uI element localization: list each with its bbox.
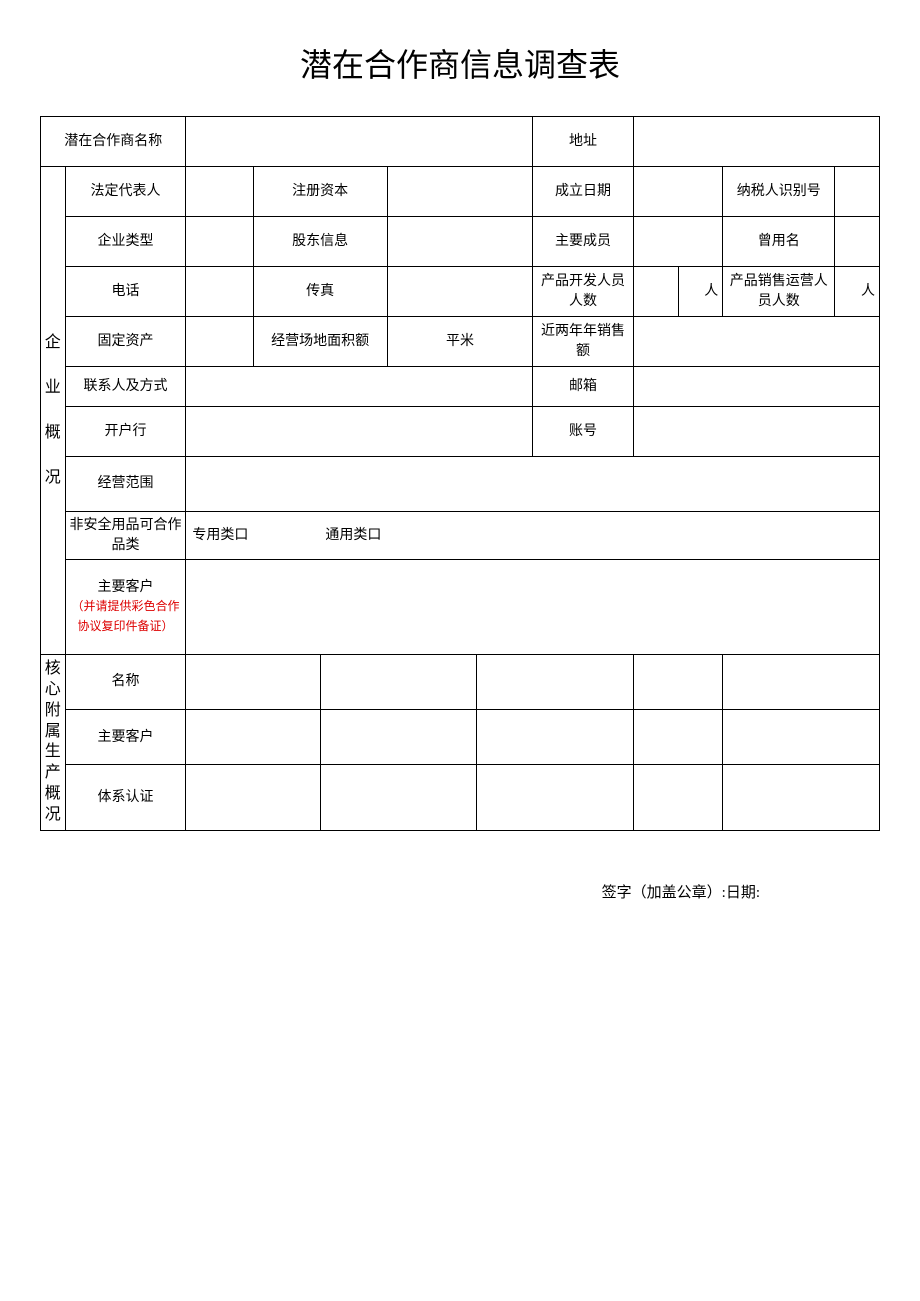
label-prod-name: 名称 [65, 655, 186, 710]
field-main-customers[interactable] [186, 560, 880, 655]
field-fax[interactable] [387, 267, 532, 317]
label-recent-sales: 近两年年销售额 [533, 317, 634, 367]
label-biz-scope: 经营范围 [65, 457, 186, 512]
label-main-customers: 主要客户 （并请提供彩色合作协议复印件备证） [65, 560, 186, 655]
cat-special: 专用类口 [192, 528, 248, 543]
label-fixed-assets: 固定资产 [65, 317, 186, 367]
field-dev-staff[interactable] [633, 267, 678, 317]
field-former-name[interactable] [835, 217, 880, 267]
field-legal-rep[interactable] [186, 167, 253, 217]
field-address[interactable] [633, 117, 879, 167]
field-biz-scope[interactable] [186, 457, 880, 512]
signature-line: 签字（加盖公章）:日期: [40, 881, 880, 902]
unit-people-1: 人 [678, 267, 723, 317]
label-fax: 传真 [253, 267, 387, 317]
field-account[interactable] [633, 407, 879, 457]
field-prod-cust-3[interactable] [477, 710, 634, 765]
label-main-members: 主要成员 [533, 217, 634, 267]
label-bank: 开户行 [65, 407, 186, 457]
field-bank[interactable] [186, 407, 533, 457]
label-address: 地址 [533, 117, 634, 167]
field-enterprise-type[interactable] [186, 217, 253, 267]
field-recent-sales[interactable] [633, 317, 879, 367]
field-prod-cust-4[interactable] [633, 710, 722, 765]
cat-general: 通用类口 [325, 528, 381, 543]
label-email: 邮箱 [533, 367, 634, 407]
label-former-name: 曾用名 [723, 217, 835, 267]
field-found-date[interactable] [633, 167, 722, 217]
field-prod-name-2[interactable] [320, 655, 477, 710]
field-prod-cert-3[interactable] [477, 765, 634, 830]
label-prod-customers: 主要客户 [65, 710, 186, 765]
field-prod-cert-4[interactable] [633, 765, 722, 830]
label-legal-rep: 法定代表人 [65, 167, 186, 217]
label-categories: 非安全用品可合作品类 [65, 512, 186, 560]
label-shareholder: 股东信息 [253, 217, 387, 267]
section-enterprise: 企 业 概 况 [41, 167, 66, 655]
field-prod-cert-5[interactable] [723, 765, 880, 830]
signature-label: 签字（加盖公章）: [602, 885, 726, 901]
field-prod-cust-2[interactable] [320, 710, 477, 765]
section-production: 核心附属生产概况 [41, 655, 66, 830]
field-contact[interactable] [186, 367, 533, 407]
label-sales-staff: 产品销售运营人员人数 [723, 267, 835, 317]
field-main-members[interactable] [633, 217, 722, 267]
date-label: 日期: [726, 885, 760, 901]
field-prod-name-3[interactable] [477, 655, 634, 710]
label-tax-id: 纳税人识别号 [723, 167, 835, 217]
field-categories[interactable]: 专用类口 通用类口 [186, 512, 880, 560]
survey-table: 潜在合作商名称 地址 企 业 概 况 法定代表人 注册资本 成立日期 纳税人识别… [40, 116, 880, 831]
field-reg-capital[interactable] [387, 167, 532, 217]
page-title: 潜在合作商信息调查表 [40, 40, 880, 86]
label-prod-cert: 体系认证 [65, 765, 186, 830]
field-prod-cert-2[interactable] [320, 765, 477, 830]
field-prod-name-4[interactable] [633, 655, 722, 710]
label-dev-staff: 产品开发人员人数 [533, 267, 634, 317]
label-account: 账号 [533, 407, 634, 457]
field-partner-name[interactable] [186, 117, 533, 167]
label-found-date: 成立日期 [533, 167, 634, 217]
label-contact: 联系人及方式 [65, 367, 186, 407]
field-shareholder[interactable] [387, 217, 532, 267]
customer-note: （并请提供彩色合作协议复印件备证） [72, 599, 180, 633]
unit-people-2: 人 [835, 267, 880, 317]
label-site-area: 经营场地面积额 [253, 317, 387, 367]
field-site-area: 平米 [387, 317, 532, 367]
field-prod-cert-1[interactable] [186, 765, 320, 830]
field-prod-cust-5[interactable] [723, 710, 880, 765]
label-reg-capital: 注册资本 [253, 167, 387, 217]
field-prod-cust-1[interactable] [186, 710, 320, 765]
field-prod-name-1[interactable] [186, 655, 320, 710]
field-phone[interactable] [186, 267, 253, 317]
field-prod-name-5[interactable] [723, 655, 880, 710]
label-phone: 电话 [65, 267, 186, 317]
field-email[interactable] [633, 367, 879, 407]
field-fixed-assets[interactable] [186, 317, 253, 367]
field-tax-id[interactable] [835, 167, 880, 217]
label-partner-name: 潜在合作商名称 [41, 117, 186, 167]
label-enterprise-type: 企业类型 [65, 217, 186, 267]
